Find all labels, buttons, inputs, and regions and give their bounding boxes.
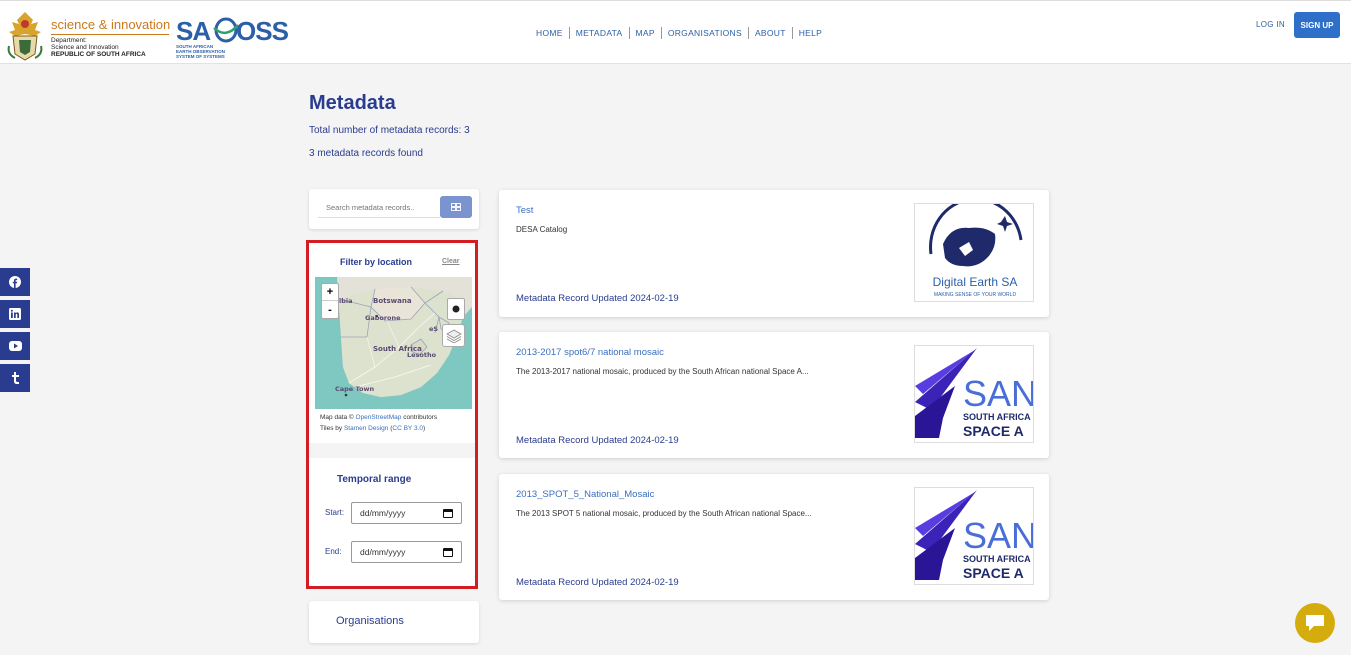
result-updated: Metadata Record Updated 2024-02-19: [516, 577, 679, 588]
facebook-icon[interactable]: [0, 268, 30, 296]
result-description: The 2013-2017 national mosaic, produced …: [516, 367, 809, 376]
total-records-text: Total number of metadata records: 3: [309, 125, 470, 136]
sansa-logo: SAN SOUTH AFRICA SPACE A: [915, 490, 1034, 581]
signup-button[interactable]: SIGN UP: [1294, 12, 1340, 38]
result-card[interactable]: 2013_SPOT_5_National_Mosaic The 2013 SPO…: [499, 474, 1049, 600]
page-title: Metadata: [309, 92, 396, 114]
nav-organisations[interactable]: ORGANISATIONS: [662, 27, 749, 39]
tumblr-icon[interactable]: [0, 364, 30, 392]
dst-line1: Department:: [51, 37, 87, 44]
chat-button[interactable]: [1295, 603, 1335, 643]
result-title[interactable]: Test: [516, 205, 533, 216]
filter-highlight-box: [306, 240, 478, 589]
result-thumbnail[interactable]: Digital Earth SA MAKING SENSE OF YOUR WO…: [914, 203, 1034, 302]
grid-icon: [451, 203, 461, 211]
nav-map[interactable]: MAP: [630, 27, 662, 39]
svg-text:SA: SA: [176, 16, 211, 45]
thumb-title: Digital Earth SA: [933, 275, 1018, 289]
youtube-icon[interactable]: [0, 332, 30, 360]
social-sidebar: [0, 268, 30, 396]
nav-about[interactable]: ABOUT: [749, 27, 793, 39]
result-card[interactable]: Test DESA Catalog Metadata Record Update…: [499, 190, 1049, 317]
login-link[interactable]: LOG IN: [1256, 20, 1285, 29]
linkedin-icon[interactable]: [0, 300, 30, 328]
dst-title: science & innovation: [51, 17, 171, 32]
result-thumbnail[interactable]: SAN SOUTH AFRICA SPACE A: [914, 487, 1034, 585]
records-found-text: 3 metadata records found: [309, 148, 423, 159]
thumb-subtitle: MAKING SENSE OF YOUR WORLD: [934, 292, 1017, 298]
saeoss-wordmark-icon: SA OSS: [176, 16, 290, 46]
sansa-logo: SAN SOUTH AFRICA SPACE A: [915, 348, 1034, 439]
thumb-title: SAN: [963, 515, 1034, 556]
thumb-line1: SOUTH AFRICA: [963, 554, 1031, 564]
thumb-line1: SOUTH AFRICA: [963, 412, 1031, 422]
dst-divider: [51, 34, 169, 35]
thumb-title: SAN: [963, 373, 1034, 414]
chat-bubble-icon: [1306, 615, 1324, 631]
coat-of-arms-icon: [7, 12, 43, 61]
search-button[interactable]: [440, 196, 472, 218]
main-nav: HOME METADATA MAP ORGANISATIONS ABOUT HE…: [530, 26, 828, 40]
svg-text:OSS: OSS: [236, 16, 289, 45]
nav-home[interactable]: HOME: [530, 27, 570, 39]
organisations-title[interactable]: Organisations: [336, 615, 404, 627]
result-thumbnail[interactable]: SAN SOUTH AFRICA SPACE A: [914, 345, 1034, 443]
result-description: The 2013 SPOT 5 national mosaic, produce…: [516, 509, 812, 518]
digital-earth-sa-logo: Digital Earth SA MAKING SENSE OF YOUR WO…: [929, 204, 1023, 298]
result-updated: Metadata Record Updated 2024-02-19: [516, 435, 679, 446]
thumb-line2: SPACE A: [963, 565, 1024, 581]
dst-logo[interactable]: science & innovation Department: Science…: [5, 10, 175, 64]
dst-line3: REPUBLIC OF SOUTH AFRICA: [51, 51, 146, 58]
result-description: DESA Catalog: [516, 225, 568, 234]
dst-line2: Science and Innovation: [51, 44, 119, 51]
nav-help[interactable]: HELP: [793, 27, 828, 39]
result-card[interactable]: 2013-2017 spot6/7 national mosaic The 20…: [499, 332, 1049, 458]
site-header: science & innovation Department: Science…: [0, 0, 1351, 64]
search-input[interactable]: [318, 198, 440, 218]
result-title[interactable]: 2013_SPOT_5_National_Mosaic: [516, 489, 654, 500]
saeoss-logo[interactable]: SA OSS SOUTH AFRICAN EARTH OBSERVATION S…: [176, 15, 296, 63]
result-updated: Metadata Record Updated 2024-02-19: [516, 293, 679, 304]
result-title[interactable]: 2013-2017 spot6/7 national mosaic: [516, 347, 664, 358]
nav-metadata[interactable]: METADATA: [570, 27, 630, 39]
saeoss-sub3: SYSTEM OF SYSTEMS: [176, 54, 225, 59]
thumb-line2: SPACE A: [963, 423, 1024, 439]
